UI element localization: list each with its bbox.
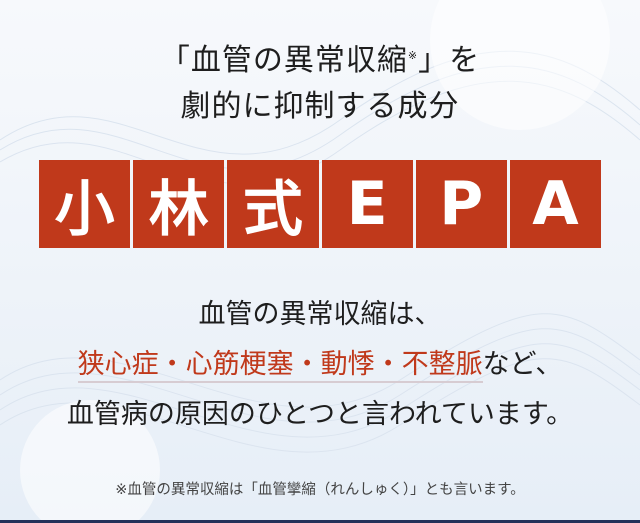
- brand-tile-1: 小: [39, 160, 131, 248]
- body-line-1: 血管の異常収縮は、: [198, 299, 442, 330]
- body-line-2: 狭心症・心筋梗塞・動悸・不整脈など、: [0, 340, 640, 390]
- headline-line-1-before: 「血管の異常収縮: [159, 43, 408, 78]
- disease-list-highlight: 狭心症・心筋梗塞・動悸・不整脈: [77, 349, 483, 383]
- brand-tile-6: A: [509, 160, 602, 248]
- headline-line-1-after: 」を: [418, 43, 481, 78]
- brand-tile-2: 林: [133, 160, 225, 248]
- brand-tile-4: E: [321, 160, 413, 248]
- headline: 「血管の異常収縮※」を 劇的に抑制する成分: [0, 38, 640, 130]
- headline-line-1: 「血管の異常収縮※」を: [0, 38, 640, 84]
- brand-tile-3: 式: [227, 160, 319, 248]
- headline-line-2: 劇的に抑制する成分: [180, 89, 460, 124]
- headline-note-mark: ※: [407, 49, 419, 62]
- body-text: 血管の異常収縮は、 狭心症・心筋梗塞・動悸・不整脈など、 血管病の原因のひとつと…: [0, 290, 640, 440]
- brand-name-banner: 小 林 式 E P A: [39, 160, 602, 248]
- brand-tile-5: P: [415, 160, 507, 248]
- body-line-2-tail: など、: [482, 349, 563, 380]
- footnote: ※血管の異常収縮は「血管攣縮（れんしゅく）」とも言います。: [115, 482, 525, 498]
- body-line-3: 血管病の原因のひとつと言われています。: [66, 399, 574, 430]
